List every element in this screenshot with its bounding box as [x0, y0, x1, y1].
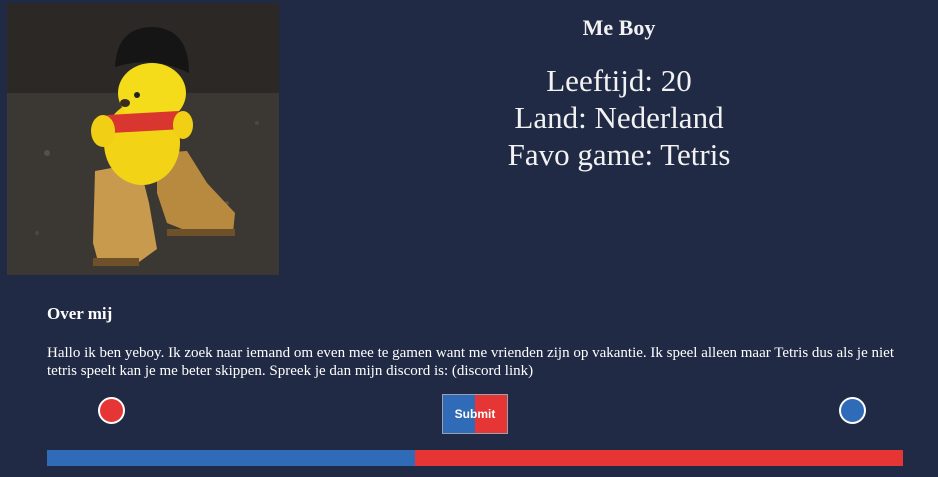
profile-photo-image: [7, 3, 279, 275]
country-fact: Land: Nederland: [514, 100, 724, 135]
progress-bar-fill: [47, 450, 416, 466]
progress-bar: [47, 450, 903, 466]
about-text: Hallo ik ben yeboy. Ik zoek naar iemand …: [47, 345, 894, 379]
age-fact: Leeftijd: 20: [546, 63, 692, 98]
like-circle-button[interactable]: [839, 397, 866, 424]
submit-button[interactable]: Submit: [442, 394, 508, 434]
favorite-game-fact: Favo game: Tetris: [507, 137, 731, 172]
about-title: Over mij: [47, 304, 113, 323]
profile-facts: Leeftijd: 20 Land: Nederland Favo game: …: [300, 62, 938, 173]
dislike-circle-button[interactable]: [98, 397, 125, 424]
profile-photo: [7, 3, 279, 275]
profile-name: Me Boy: [582, 15, 656, 40]
